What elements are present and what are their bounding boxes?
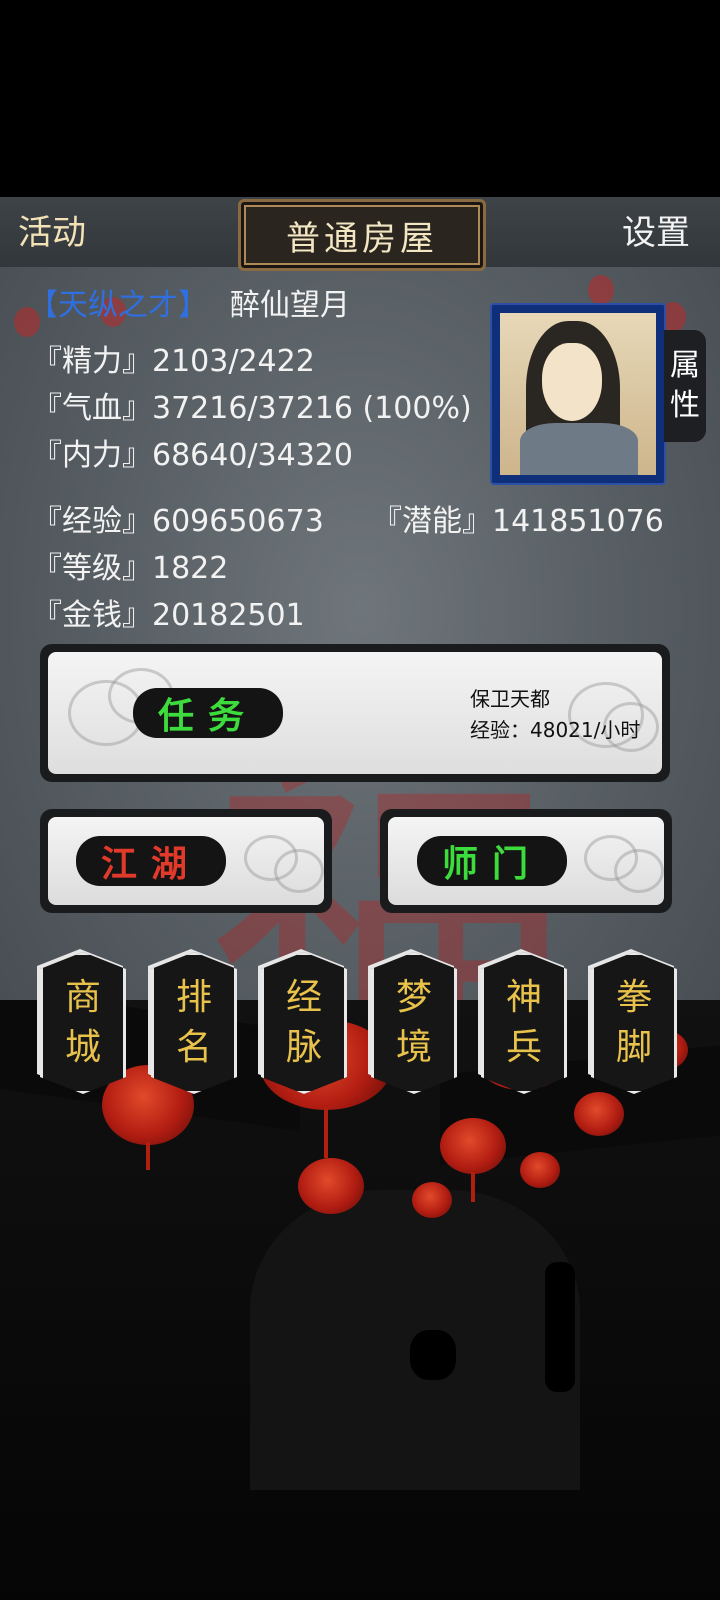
health-stat: 『气血』37216/37216 (100%): [32, 391, 472, 426]
creature-silhouette: [410, 1330, 456, 1380]
energy-stat: 『精力』2103/2422: [32, 344, 315, 379]
red-lantern: [574, 1092, 624, 1136]
menu-shop-button[interactable]: 商 城: [40, 952, 126, 1094]
jianghu-button[interactable]: 江湖: [76, 836, 226, 886]
shimen-button[interactable]: 师门: [417, 836, 567, 886]
quest-button-label: 任务: [157, 695, 258, 737]
talent-label: 【天纵之才】: [28, 288, 208, 323]
exp-stat: 『经验』609650673: [32, 504, 324, 539]
red-lantern: [298, 1158, 364, 1214]
lantern-tassel: [146, 1142, 150, 1170]
location-title: 普通房屋: [238, 199, 486, 271]
attributes-tab[interactable]: 属 性: [664, 330, 706, 442]
jianghu-button-label: 江湖: [100, 843, 201, 885]
menu-dream-button[interactable]: 梦 境: [371, 952, 457, 1094]
menu-tile-char: 经: [285, 977, 322, 1018]
night-scene: [0, 1000, 720, 1600]
settings-button[interactable]: 设置: [622, 205, 690, 254]
menu-tile-char: 脚: [615, 1027, 652, 1068]
portrait-face: [542, 343, 602, 421]
menu-tile-char: 梦: [395, 977, 432, 1018]
red-lantern: [520, 1152, 560, 1188]
character-name: 醉仙望月: [230, 288, 350, 323]
red-lantern: [440, 1118, 506, 1174]
menu-ranking-button[interactable]: 排 名: [151, 952, 237, 1094]
portrait-image: [500, 313, 656, 475]
menu-tile-char: 拳: [615, 977, 652, 1018]
location-title-text: 普通房屋: [286, 218, 438, 259]
lantern-tassel: [324, 1108, 328, 1158]
quest-exp-rate: 经验：48021/小时: [470, 718, 641, 742]
menu-tile-char: 神: [505, 977, 542, 1018]
menu-tile-char: 兵: [505, 1027, 542, 1068]
character-portrait[interactable]: [490, 303, 666, 485]
portrait-robe: [520, 423, 638, 475]
cloud-ornament: [274, 849, 324, 893]
money-stat: 『金钱』20182501: [32, 598, 305, 633]
menu-weapon-button[interactable]: 神 兵: [481, 952, 567, 1094]
cloud-ornament: [614, 849, 664, 893]
background-lantern: [588, 275, 614, 305]
menu-tile-char: 商: [64, 977, 101, 1018]
shimen-button-label: 师门: [441, 843, 542, 885]
level-stat: 『等级』1822: [32, 551, 229, 586]
attributes-tab-char-1: 属: [670, 348, 700, 383]
lantern-tassel: [471, 1172, 475, 1202]
quest-button[interactable]: 任务: [133, 688, 283, 738]
internal-stat: 『内力』68640/34320: [32, 438, 353, 473]
menu-tile-char: 排: [175, 977, 212, 1018]
person-silhouette: [545, 1262, 575, 1392]
red-lantern: [412, 1182, 452, 1218]
activity-button[interactable]: 活动: [18, 205, 86, 254]
attributes-tab-char-2: 性: [670, 388, 700, 423]
menu-tile-char: 境: [395, 1027, 432, 1068]
menu-tile-char: 脉: [285, 1027, 322, 1068]
menu-fist-button[interactable]: 拳 脚: [591, 952, 677, 1094]
menu-meridian-button[interactable]: 经 脉: [261, 952, 347, 1094]
menu-tile-char: 名: [175, 1027, 212, 1068]
potential-stat: 『潜能』141851076: [372, 504, 664, 539]
game-screen: 福 活动 普通房屋 设置 【天纵之才】 醉仙望月 『精力』2103/2422 『…: [0, 0, 720, 1600]
quest-name: 保卫天都: [470, 687, 550, 711]
menu-tile-char: 城: [64, 1027, 101, 1068]
